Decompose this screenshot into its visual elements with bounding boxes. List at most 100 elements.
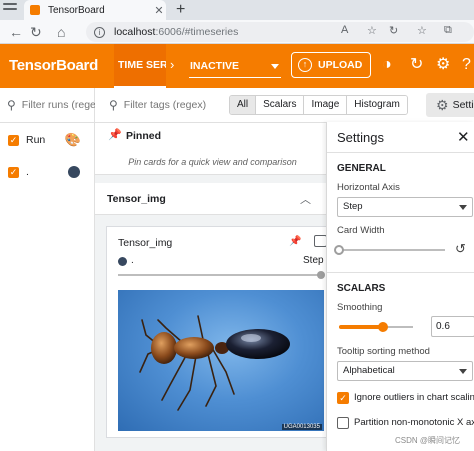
close-icon[interactable]: ✕ <box>457 128 470 146</box>
plugin-type-toggle: All Scalars Image Histogram <box>229 95 408 115</box>
step-slider-track[interactable] <box>118 274 324 276</box>
step-slider-thumb[interactable] <box>317 271 325 279</box>
tensorboard-header: TensorBoard TIME SERIES › INACTIVE ↑ UPL… <box>0 44 474 88</box>
run-checkbox[interactable]: ✓ <box>8 134 19 146</box>
run-row[interactable]: ✓ Run 🎨 <box>0 126 95 154</box>
upload-label: UPLOAD <box>318 59 363 71</box>
upload-button[interactable]: ↑ UPLOAD <box>291 52 371 78</box>
reload-button[interactable]: ↻ <box>30 23 42 41</box>
run-label: . <box>26 166 29 178</box>
horizontal-axis-value: Step <box>343 201 363 212</box>
pinned-title: Pinned <box>126 130 162 142</box>
runs-filter-placeholder: Filter runs (regex) <box>21 99 95 111</box>
run-row[interactable]: ✓ . <box>0 158 95 186</box>
dropdown-arrow-icon <box>459 369 467 374</box>
run-color-swatch[interactable] <box>68 166 80 178</box>
collections-icon[interactable]: ⧉ <box>444 24 452 37</box>
favorite-icon[interactable]: ☆ <box>367 24 377 37</box>
type-scalars-button[interactable]: Scalars <box>256 96 305 114</box>
smoothing-slider-thumb[interactable] <box>378 322 389 332</box>
horizontal-axis-label: Horizontal Axis <box>337 182 400 193</box>
type-all-button[interactable]: All <box>230 96 257 114</box>
partition-checkbox[interactable] <box>337 417 349 429</box>
close-tab-icon[interactable]: ✕ <box>152 4 166 17</box>
smoothing-slider-fill <box>339 325 384 329</box>
help-icon[interactable]: ? <box>462 56 471 74</box>
footer-watermark: CSDN @瞬间记忆 <box>395 436 461 445</box>
search-icon: ⚲ <box>109 98 118 112</box>
pinned-section: 📌 Pinned Pin cards for a quick view and … <box>95 123 330 175</box>
tag-filter-bar: ⚲ Filter tags (regex) All Scalars Image … <box>95 88 474 123</box>
gear-icon: ⚙ <box>436 96 449 113</box>
browser-tab-title: TensorBoard <box>48 4 105 16</box>
tag-filter-placeholder: Filter tags (regex) <box>123 99 207 111</box>
upload-icon: ↑ <box>298 58 312 72</box>
divider <box>327 152 474 153</box>
inactive-label: INACTIVE <box>190 60 240 72</box>
inactive-plugins-dropdown[interactable]: INACTIVE <box>189 56 281 78</box>
ignore-outliers-checkbox[interactable]: ✓ <box>337 392 349 404</box>
runs-filter-input[interactable]: ⚲ Filter runs (regex) <box>0 88 95 123</box>
divider <box>327 272 474 273</box>
app-logo: TensorBoard <box>9 57 98 74</box>
ignore-outliers-label: Ignore outliers in chart scaling <box>354 392 474 403</box>
smoothing-label: Smoothing <box>337 302 383 313</box>
back-button[interactable]: ← <box>9 23 23 41</box>
ant-illustration <box>139 315 290 411</box>
url-host: localhost <box>114 26 156 38</box>
tooltip-sort-select[interactable]: Alphabetical <box>337 361 473 381</box>
tag-filter-input[interactable]: ⚲ Filter tags (regex) <box>109 98 206 112</box>
run-header-label: Run <box>26 134 46 146</box>
settings-title: Settings <box>337 130 384 145</box>
refresh-page-icon[interactable]: ↻ <box>389 24 398 37</box>
tag-group-title: Tensor_img <box>107 193 166 205</box>
chevron-right-icon[interactable]: › <box>170 57 174 72</box>
search-icon: ⚲ <box>7 98 16 112</box>
type-histogram-button[interactable]: Histogram <box>347 96 407 114</box>
smoothing-input[interactable]: 0.6 <box>431 316 474 337</box>
chevron-up-icon[interactable]: ︿ <box>300 191 311 207</box>
tooltip-sort-label: Tooltip sorting method <box>337 346 430 357</box>
browser-tabstrip: TensorBoard ✕ + <box>0 0 474 20</box>
runs-panel: ⚲ Filter runs (regex) ✓ Run 🎨 ✓ . <box>0 88 95 451</box>
settings-panel: Settings ✕ GENERAL Horizontal Axis Step … <box>326 122 474 451</box>
image-card: Tensor_img 📌 . Step 0 UGA0013035 <box>106 226 330 438</box>
site-info-icon[interactable]: i <box>94 26 105 38</box>
favorites-list-icon[interactable]: ☆ <box>417 24 427 37</box>
tag-group-header[interactable]: Tensor_img ︿ <box>95 183 330 215</box>
run-color-dot <box>118 257 127 266</box>
card-width-slider-track[interactable] <box>339 249 445 251</box>
read-aloud-icon[interactable]: A <box>341 24 348 36</box>
tab-time-series[interactable]: TIME SERIES <box>114 44 166 88</box>
refresh-icon[interactable]: ↻ <box>410 56 423 74</box>
settings-gear-icon[interactable]: ⚙ <box>436 56 450 74</box>
card-width-label: Card Width <box>337 225 385 236</box>
horizontal-axis-select[interactable]: Step <box>337 197 473 217</box>
reset-icon[interactable]: ↺ <box>455 241 466 257</box>
partition-label: Partition non-monotonic X axis <box>354 417 474 428</box>
scalars-section-title: SCALARS <box>337 283 386 294</box>
general-section-title: GENERAL <box>337 163 386 174</box>
settings-toggle-button[interactable]: ⚙ Settings <box>426 93 474 117</box>
theme-toggle-icon[interactable]: ◑ <box>382 56 392 74</box>
tab-time-series-label: TIME SERIES <box>118 59 166 71</box>
new-tab-button[interactable]: + <box>176 1 185 19</box>
image-watermark: UGA0013035 <box>281 424 322 430</box>
type-image-button[interactable]: Image <box>304 96 348 114</box>
tooltip-sort-value: Alphabetical <box>343 365 395 376</box>
card-run-label: . <box>131 255 134 266</box>
address-bar[interactable]: i localhost :6006/#timeseries A ☆ ↻ ☆ ⧉ <box>86 22 474 42</box>
pin-card-icon[interactable]: 📌 <box>289 236 301 247</box>
pin-icon: 📌 <box>108 129 122 141</box>
browser-tab[interactable]: TensorBoard ✕ <box>24 0 166 20</box>
url-path: :6006/#timeseries <box>155 26 239 38</box>
dropdown-arrow-icon <box>271 64 279 69</box>
tab-actions-icon[interactable] <box>3 3 17 15</box>
palette-icon[interactable]: 🎨 <box>65 132 81 148</box>
tensorboard-favicon-icon <box>30 5 40 15</box>
home-button[interactable]: ⌂ <box>57 23 65 41</box>
card-width-slider-thumb[interactable] <box>334 245 344 255</box>
run-checkbox[interactable]: ✓ <box>8 166 19 178</box>
dropdown-arrow-icon <box>459 205 467 210</box>
card-title: Tensor_img <box>118 237 173 249</box>
